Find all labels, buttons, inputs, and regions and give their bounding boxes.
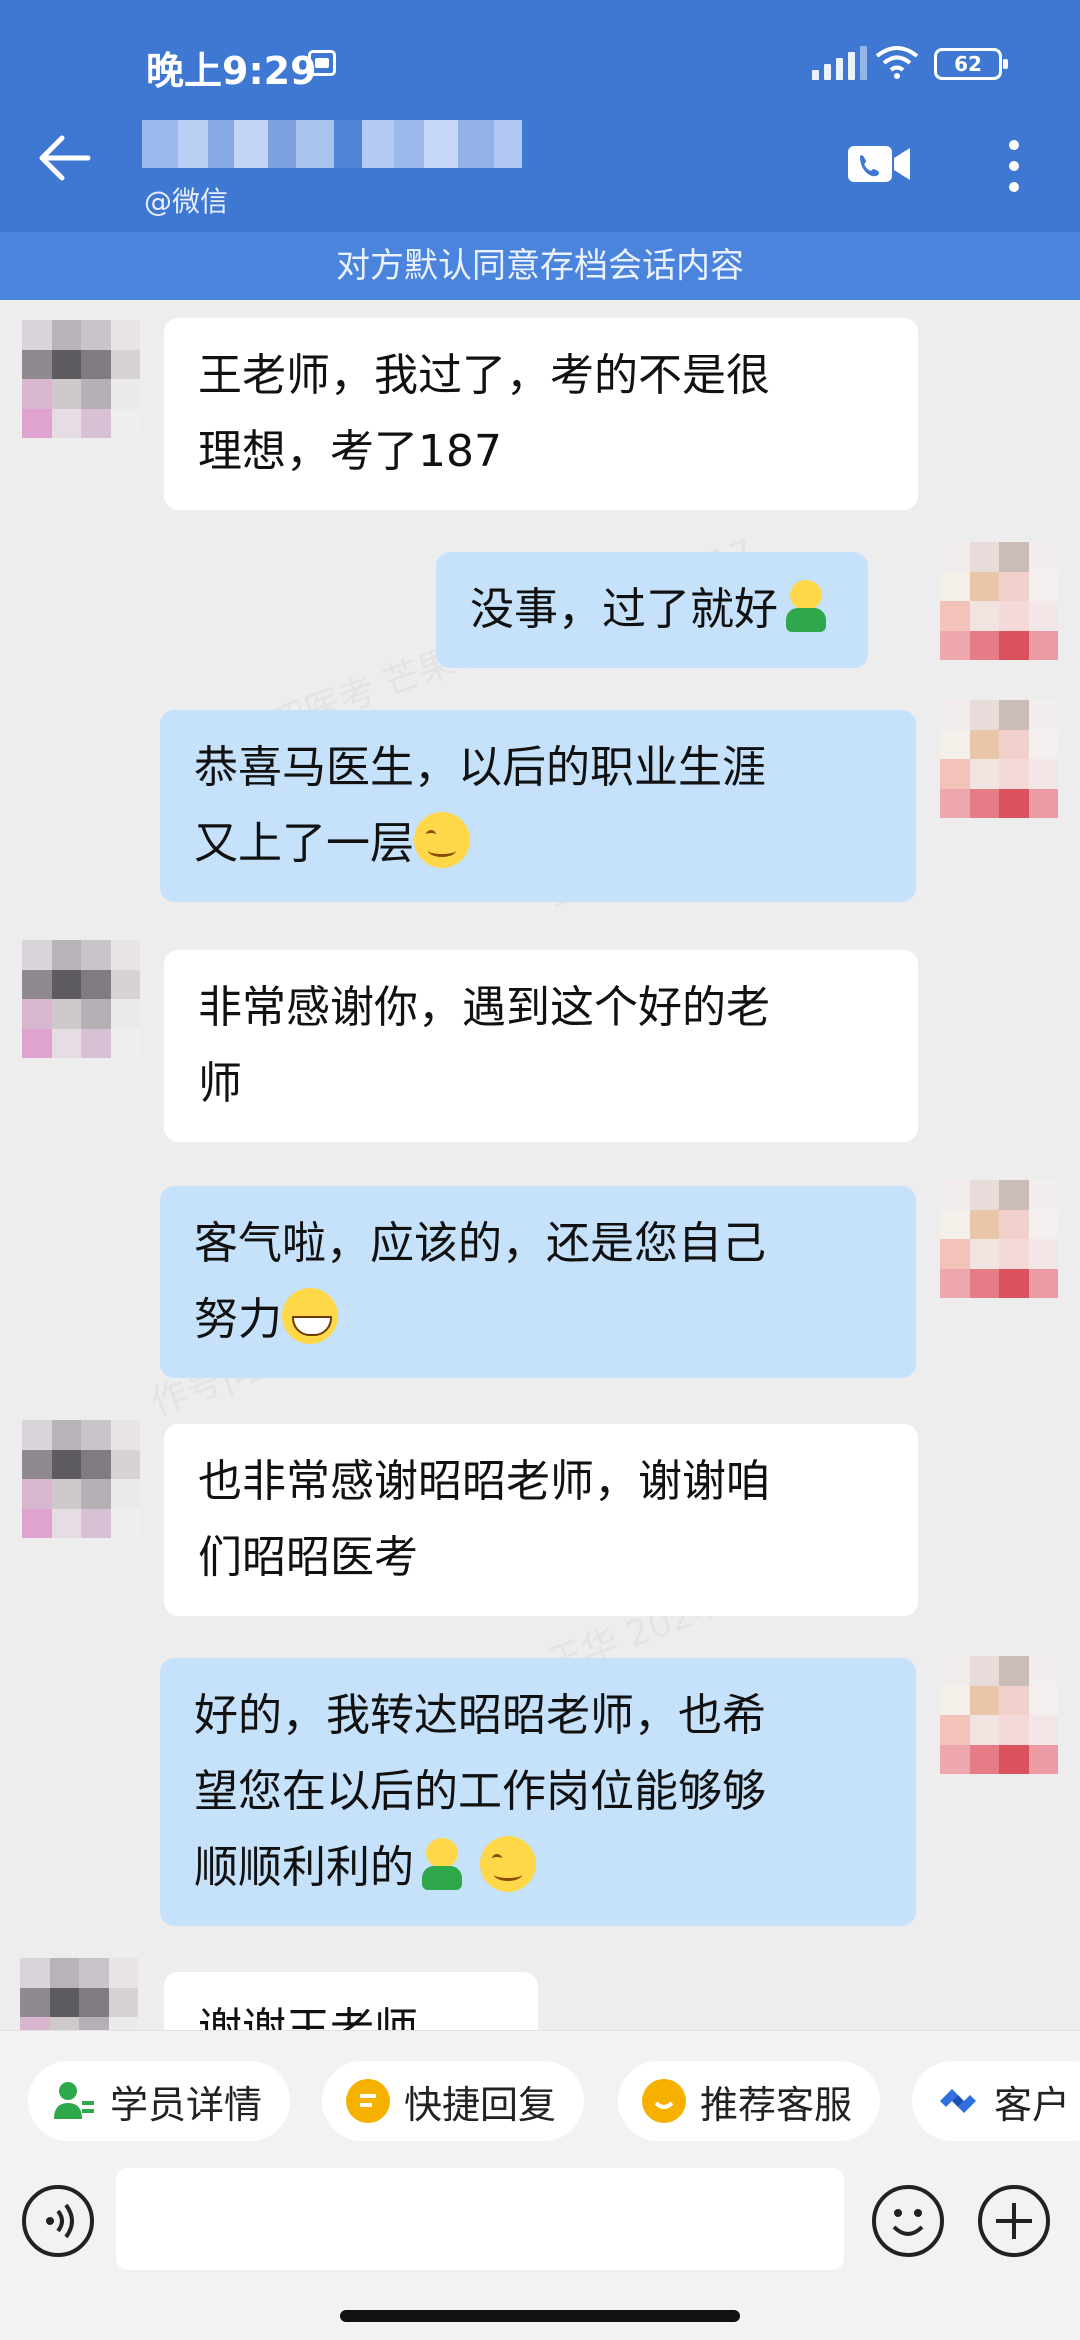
quick-reply-label: 快捷回复 — [404, 2082, 557, 2127]
message-bubble-outgoing[interactable]: 好的，我转达昭昭老师，也希 望您在以后的工作岗位能够够 顺顺利利的 — [160, 1658, 916, 1926]
message-text: 又上了一层 — [194, 818, 414, 869]
message-text: 也非常感谢昭昭老师，谢谢咱 — [198, 1456, 770, 1507]
customer-icon — [936, 2079, 980, 2123]
message-text: 王老师，我过了，考的不是很 — [198, 350, 770, 401]
message-text: 没事，过了就好 — [470, 584, 778, 635]
message-bubble-incoming[interactable]: 非常感谢你，遇到这个好的老 师 — [164, 950, 918, 1142]
message-text: 努力 — [194, 1294, 282, 1345]
student-detail-button[interactable]: 学员详情 — [28, 2061, 291, 2141]
video-call-icon[interactable] — [846, 142, 912, 186]
recommend-service-icon — [642, 2079, 686, 2123]
message-input[interactable] — [116, 2168, 844, 2270]
voice-input-icon[interactable] — [22, 2185, 94, 2257]
battery-level: 62 — [954, 52, 982, 76]
message-text: 望您在以后的工作岗位能够够 — [194, 1766, 766, 1817]
quick-action-bar: 学员详情 快捷回复 推荐客服 客户 — [0, 2030, 1080, 2170]
customer-button[interactable]: 客户 — [912, 2061, 1080, 2141]
app-notification-icon — [308, 50, 336, 76]
battery-icon: 62 — [934, 48, 1008, 80]
message-bubble-incoming[interactable]: 谢谢王老师 — [164, 1972, 538, 2030]
recommend-service-button[interactable]: 推荐客服 — [618, 2061, 881, 2141]
grin-emoji-icon — [282, 1288, 338, 1344]
top-header: 晚上9:29 62 @微信 — [0, 0, 1080, 232]
status-time: 晚上9:29 — [146, 49, 317, 93]
message-bubble-outgoing[interactable]: 客气啦，应该的，还是您自己 努力 — [160, 1186, 916, 1378]
message-text: 好的，我转达昭昭老师，也希 — [194, 1690, 766, 1741]
hug-emoji-icon — [778, 578, 834, 634]
message-text: 理想，考了187 — [198, 426, 502, 477]
message-bubble-incoming[interactable]: 也非常感谢昭昭老师，谢谢咱 们昭昭医考 — [164, 1424, 918, 1616]
my-avatar[interactable] — [940, 1656, 1058, 1774]
more-vertical-icon[interactable] — [1004, 136, 1024, 196]
back-arrow-icon[interactable] — [34, 128, 94, 188]
message-text: 恭喜马医生，以后的职业生涯 — [194, 742, 766, 793]
my-avatar[interactable] — [940, 700, 1058, 818]
message-bubble-outgoing[interactable]: 没事，过了就好 — [436, 552, 868, 668]
recommend-service-label: 推荐客服 — [700, 2082, 853, 2127]
message-bubble-outgoing[interactable]: 恭喜马医生，以后的职业生涯 又上了一层 — [160, 710, 916, 902]
smile-emoji-icon — [480, 1836, 536, 1892]
contact-name-blurred — [142, 120, 542, 168]
student-detail-icon — [52, 2079, 96, 2123]
signal-icon — [812, 46, 867, 80]
emoji-icon[interactable] — [872, 2185, 944, 2257]
quick-reply-button[interactable]: 快捷回复 — [322, 2061, 585, 2141]
my-avatar[interactable] — [940, 542, 1058, 660]
message-text: 非常感谢你，遇到这个好的老 — [198, 982, 770, 1033]
smile-emoji-icon — [414, 812, 470, 868]
contact-avatar[interactable] — [22, 940, 140, 1058]
contact-subtitle: @微信 — [144, 185, 229, 218]
archive-notice: 对方默认同意存档会话内容 — [0, 232, 1080, 300]
contact-avatar[interactable] — [20, 1958, 138, 2030]
message-text: 们昭昭医考 — [198, 1532, 418, 1583]
message-text: 师 — [198, 1058, 242, 1109]
customer-label: 客户 — [994, 2082, 1071, 2127]
contact-avatar[interactable] — [22, 1420, 140, 1538]
message-text: 客气啦，应该的，还是您自己 — [194, 1218, 766, 1269]
home-indicator[interactable] — [340, 2310, 740, 2322]
message-bubble-incoming[interactable]: 王老师，我过了，考的不是很 理想，考了187 — [164, 318, 918, 510]
contact-avatar[interactable] — [22, 320, 140, 438]
wifi-icon — [875, 46, 919, 79]
hug-emoji-icon — [414, 1836, 470, 1892]
my-avatar[interactable] — [940, 1180, 1058, 1298]
add-icon[interactable] — [978, 2185, 1050, 2257]
chat-area[interactable]: 作号|昭昭医考 芒果老师 昭昭医考8017 王华 2024-9-15 作号|昭昭… — [0, 300, 1080, 2030]
message-text: 谢谢王老师 — [198, 2004, 418, 2030]
message-text: 顺顺利利的 — [194, 1842, 414, 1893]
student-detail-label: 学员详情 — [110, 2082, 263, 2127]
quick-reply-icon — [346, 2079, 390, 2123]
